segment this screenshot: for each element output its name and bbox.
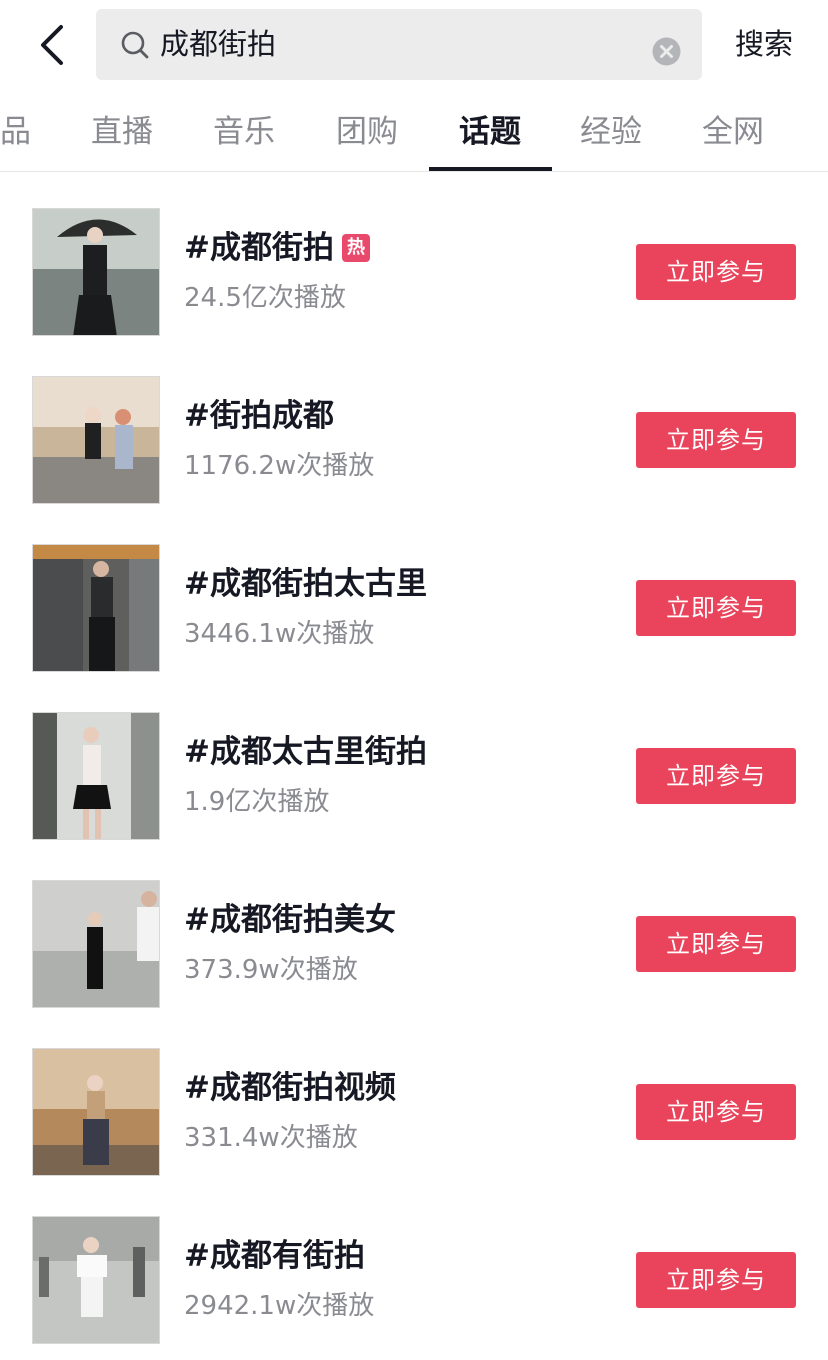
- chevron-left-icon: [41, 25, 63, 65]
- topic-thumbnail: [32, 544, 160, 672]
- tab-topics[interactable]: 话题: [459, 110, 521, 154]
- play-count: 3446.1w次播放: [184, 619, 375, 649]
- back-button[interactable]: [30, 20, 74, 70]
- topic-row[interactable]: #成都街拍 热 24.5亿次播放 立即参与: [0, 172, 828, 340]
- topic-title: #成都有街拍: [184, 1238, 365, 1274]
- topic-thumbnail: [32, 376, 160, 504]
- play-count: 1.9亿次播放: [184, 787, 330, 817]
- active-tab-indicator: [429, 167, 552, 171]
- tab-music[interactable]: 音乐: [213, 110, 275, 154]
- topic-thumbnail: [32, 712, 160, 840]
- topic-row[interactable]: #成都街拍美女 373.9w次播放 立即参与: [0, 844, 828, 1012]
- join-topic-button[interactable]: 立即参与: [636, 244, 796, 300]
- topic-thumbnail: [32, 1216, 160, 1344]
- topic-thumbnail: [32, 1048, 160, 1176]
- tab-group-buy[interactable]: 团购: [336, 110, 398, 154]
- topic-row[interactable]: #成都有街拍 2942.1w次播放 立即参与: [0, 1180, 828, 1348]
- play-count: 373.9w次播放: [184, 955, 358, 985]
- play-count: 24.5亿次播放: [184, 283, 346, 313]
- topic-row[interactable]: #成都街拍太古里 3446.1w次播放 立即参与: [0, 508, 828, 676]
- topic-title-wrap: #成都有街拍: [184, 1235, 365, 1277]
- clear-icon[interactable]: [652, 37, 681, 66]
- search-input[interactable]: 成都街拍: [96, 9, 702, 80]
- topic-row[interactable]: #成都街拍视频 331.4w次播放 立即参与: [0, 1012, 828, 1180]
- topic-title-wrap: #成都街拍 热: [184, 227, 370, 269]
- play-count: 1176.2w次播放: [184, 451, 375, 481]
- join-topic-button[interactable]: 立即参与: [636, 748, 796, 804]
- play-count: 331.4w次播放: [184, 1123, 358, 1153]
- topic-thumbnail: [32, 208, 160, 336]
- tab-products[interactable]: 品: [0, 110, 31, 154]
- topic-title: #成都街拍视频: [184, 1070, 396, 1106]
- topic-thumbnail: [32, 880, 160, 1008]
- topic-title: #成都太古里街拍: [184, 734, 427, 770]
- topic-title: #街拍成都: [184, 398, 334, 434]
- play-count: 2942.1w次播放: [184, 1291, 375, 1321]
- search-button[interactable]: 搜索: [735, 24, 793, 64]
- category-tabs: 品 直播 音乐 团购 话题 经验 全网: [0, 96, 828, 172]
- topic-row[interactable]: #街拍成都 1176.2w次播放 立即参与: [0, 340, 828, 508]
- search-query: 成都街拍: [160, 27, 277, 61]
- topic-title-wrap: #成都街拍太古里: [184, 563, 427, 605]
- topic-title-wrap: #成都街拍视频: [184, 1067, 396, 1109]
- tab-all-web[interactable]: 全网: [702, 110, 764, 154]
- topic-title-wrap: #成都街拍美女: [184, 899, 396, 941]
- tab-experience[interactable]: 经验: [580, 110, 642, 154]
- topic-title-wrap: #成都太古里街拍: [184, 731, 427, 773]
- topic-title-wrap: #街拍成都: [184, 395, 334, 437]
- join-topic-button[interactable]: 立即参与: [636, 1252, 796, 1308]
- top-bar: 成都街拍 搜索: [0, 0, 828, 90]
- topic-title: #成都街拍美女: [184, 902, 396, 938]
- topic-title: #成都街拍太古里: [184, 566, 427, 602]
- hot-badge: 热: [341, 234, 370, 262]
- search-icon: [121, 31, 149, 59]
- join-topic-button[interactable]: 立即参与: [636, 1084, 796, 1140]
- topic-title: #成都街拍: [184, 230, 334, 266]
- join-topic-button[interactable]: 立即参与: [636, 412, 796, 468]
- tab-live[interactable]: 直播: [91, 110, 153, 154]
- join-topic-button[interactable]: 立即参与: [636, 580, 796, 636]
- join-topic-button[interactable]: 立即参与: [636, 916, 796, 972]
- topic-row[interactable]: #成都太古里街拍 1.9亿次播放 立即参与: [0, 676, 828, 844]
